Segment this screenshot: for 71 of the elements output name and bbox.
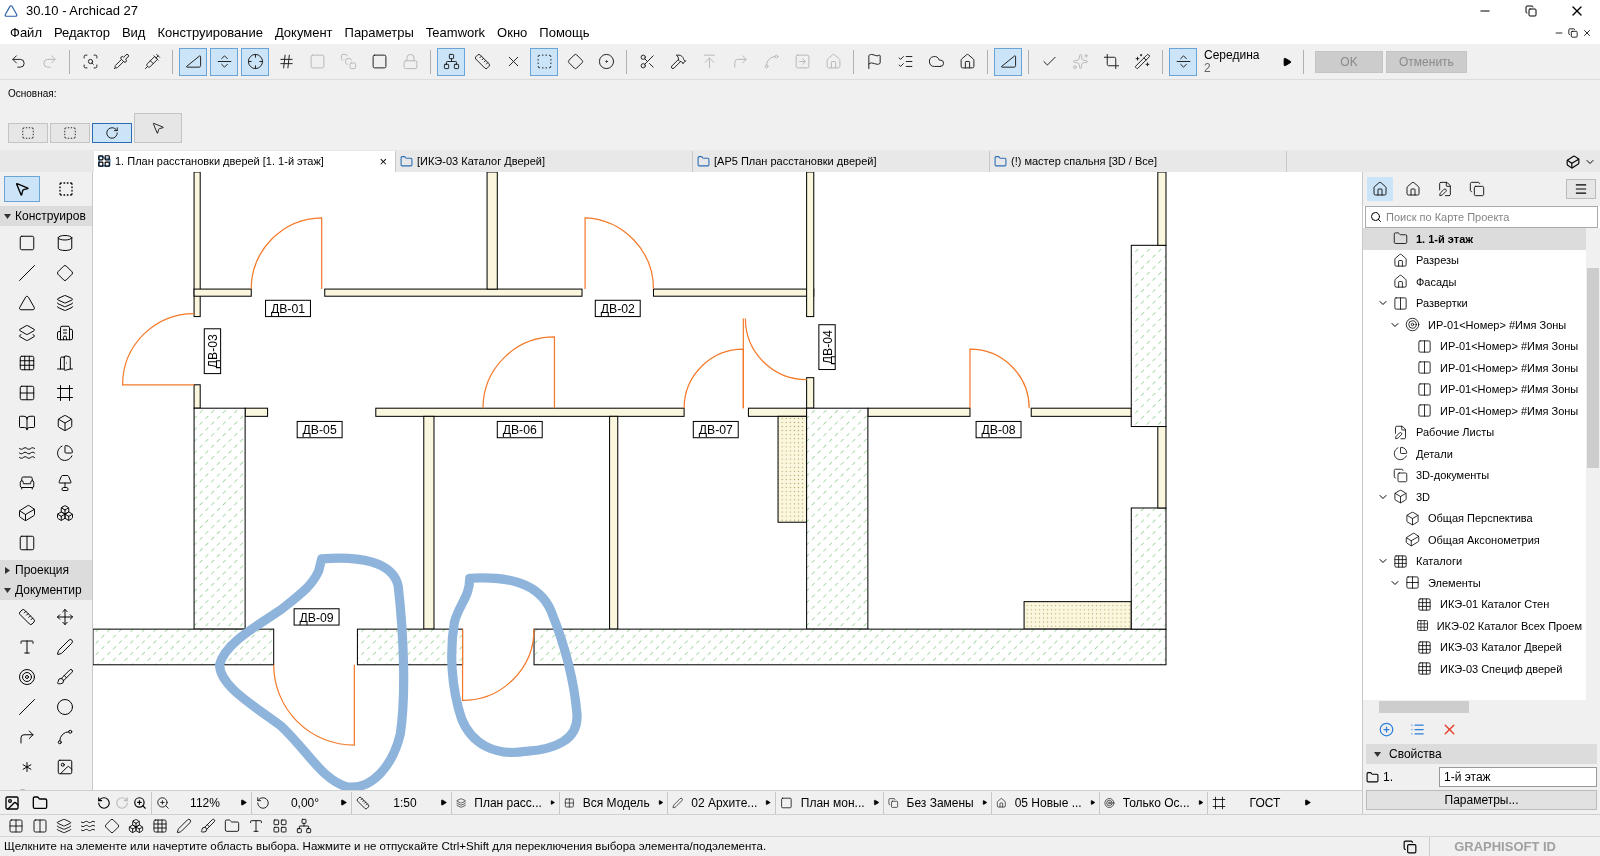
- tree-item[interactable]: Рабочие Листы: [1363, 421, 1586, 443]
- door-tag: ДВ-04: [818, 324, 836, 371]
- tree-item[interactable]: Элементы: [1363, 572, 1586, 594]
- menu-item[interactable]: Teamwork: [419, 23, 492, 43]
- door-tag: ДВ-03: [203, 328, 222, 375]
- tab-label: (!) мастер спальня [3D / Все]: [1011, 154, 1157, 170]
- tree-item[interactable]: ИКЭ-03 Каталог Дверей: [1363, 636, 1586, 658]
- menu-item[interactable]: Помощь: [533, 23, 596, 43]
- quick-option[interactable]: ГОСТ: [1207, 791, 1315, 814]
- door-tag: ДВ-05: [296, 420, 343, 439]
- door-tag: ДВ-08: [975, 420, 1022, 439]
- search-field[interactable]: Поиск по Карте Проекта: [1365, 206, 1598, 228]
- toolbox-section-header[interactable]: Конструиров: [0, 206, 92, 226]
- tree-item[interactable]: Развертки: [1363, 292, 1586, 314]
- quick-option[interactable]: 02 Архите...: [667, 791, 775, 814]
- door-tag: ДВ-09: [293, 608, 340, 626]
- tree-item[interactable]: 3D: [1363, 486, 1586, 508]
- settings-button[interactable]: Параметры...: [1366, 790, 1597, 810]
- window-title: 30.10 - Archicad 27: [26, 2, 139, 21]
- quick-option[interactable]: План мон...: [775, 791, 883, 814]
- tree-item[interactable]: Каталоги: [1363, 550, 1586, 572]
- quick-option[interactable]: Только Ос...: [1099, 791, 1207, 814]
- menu-item[interactable]: Редактор: [47, 23, 116, 43]
- story-name-field[interactable]: 1-й этаж: [1439, 767, 1597, 787]
- tree-item[interactable]: Разрезы: [1363, 249, 1586, 271]
- quick-option[interactable]: План расс...: [451, 791, 559, 814]
- quick-option[interactable]: 112%: [151, 791, 251, 814]
- document-tab[interactable]: 1. План расстановки дверей [1. 1-й этаж] ×: [94, 151, 396, 172]
- tree-item[interactable]: ИКЭ-01 Каталог Стен: [1363, 593, 1586, 615]
- tree-item[interactable]: ИР-01<Номер> #Имя Зоны: [1363, 335, 1586, 357]
- tree-item[interactable]: ИР-01<Номер> #Имя Зоны: [1363, 378, 1586, 400]
- properties-header[interactable]: Свойства: [1366, 744, 1597, 764]
- tree-item[interactable]: Общая Аксонометрия: [1363, 529, 1586, 551]
- quick-option[interactable]: 05 Новые ...: [991, 791, 1099, 814]
- tree-item[interactable]: 3D-документы: [1363, 464, 1586, 486]
- snap-label: Середина: [1204, 48, 1261, 62]
- tree-item[interactable]: Фасады: [1363, 271, 1586, 293]
- story-number: 1.: [1383, 769, 1394, 786]
- door-tag: ДВ-02: [594, 299, 641, 318]
- door-tag: ДВ-01: [265, 299, 311, 318]
- info-box-label: Основная:: [8, 87, 58, 101]
- tab-label: [АР5 План расстановки дверей]: [714, 154, 877, 170]
- menu-item[interactable]: Документ: [268, 23, 339, 43]
- brand-label: GRAPHISOFT ID: [1429, 836, 1556, 856]
- snap-value: 2: [1204, 61, 1211, 75]
- tree-item[interactable]: Общая Перспектива: [1363, 507, 1586, 529]
- status-hint: Щелкните на элементе или начертите область выбора. Нажмите и не отпускайте Ctrl+Shift для переключения выбора элемента/подэлемента.: [4, 838, 767, 854]
- drawing-canvas[interactable]: ДВ-01 ДВ-02 ДВ-03 ДВ-04 ДВ-05 ДВ-06 ДВ-07 ДВ-08 ДВ-09: [93, 172, 1362, 790]
- menu-item[interactable]: Вид: [115, 23, 152, 43]
- quick-option[interactable]: Вся Модель: [559, 791, 667, 814]
- door-tag: ДВ-06: [496, 420, 543, 439]
- tree-item[interactable]: 1. 1-й этаж: [1363, 228, 1586, 250]
- tab-label: 1. План расстановки дверей [1. 1-й этаж]: [115, 154, 324, 170]
- menu-item[interactable]: Параметры: [338, 23, 420, 43]
- menu-item[interactable]: Файл: [4, 23, 48, 43]
- menu-item[interactable]: Конструирование: [151, 23, 269, 43]
- toolbox-section-header[interactable]: Проекция: [0, 560, 92, 580]
- quick-option[interactable]: Без Замены: [883, 791, 991, 814]
- tab-close[interactable]: ×: [375, 151, 391, 172]
- toolbox-section-header[interactable]: Документир: [0, 580, 92, 600]
- quick-option[interactable]: 1:50: [351, 791, 451, 814]
- menu-item[interactable]: Окно: [491, 23, 534, 43]
- tree-item[interactable]: ИКЭ-03 Специф дверей: [1363, 658, 1586, 680]
- tree-item[interactable]: ИР-01<Номер> #Имя Зоны: [1363, 400, 1586, 422]
- tree-item[interactable]: ИР-01<Номер> #Имя Зоны: [1363, 357, 1586, 379]
- tab-label: [ИКЭ-03 Каталог Дверей]: [417, 154, 545, 170]
- tree-item[interactable]: Детали: [1363, 443, 1586, 465]
- tree-item[interactable]: ИКЭ-02 Каталог Всех Проем: [1363, 615, 1586, 637]
- quick-option[interactable]: 0,00°: [251, 791, 351, 814]
- door-tag: ДВ-07: [692, 420, 739, 439]
- tree-item[interactable]: ИР-01<Номер> #Имя Зоны: [1363, 314, 1586, 336]
